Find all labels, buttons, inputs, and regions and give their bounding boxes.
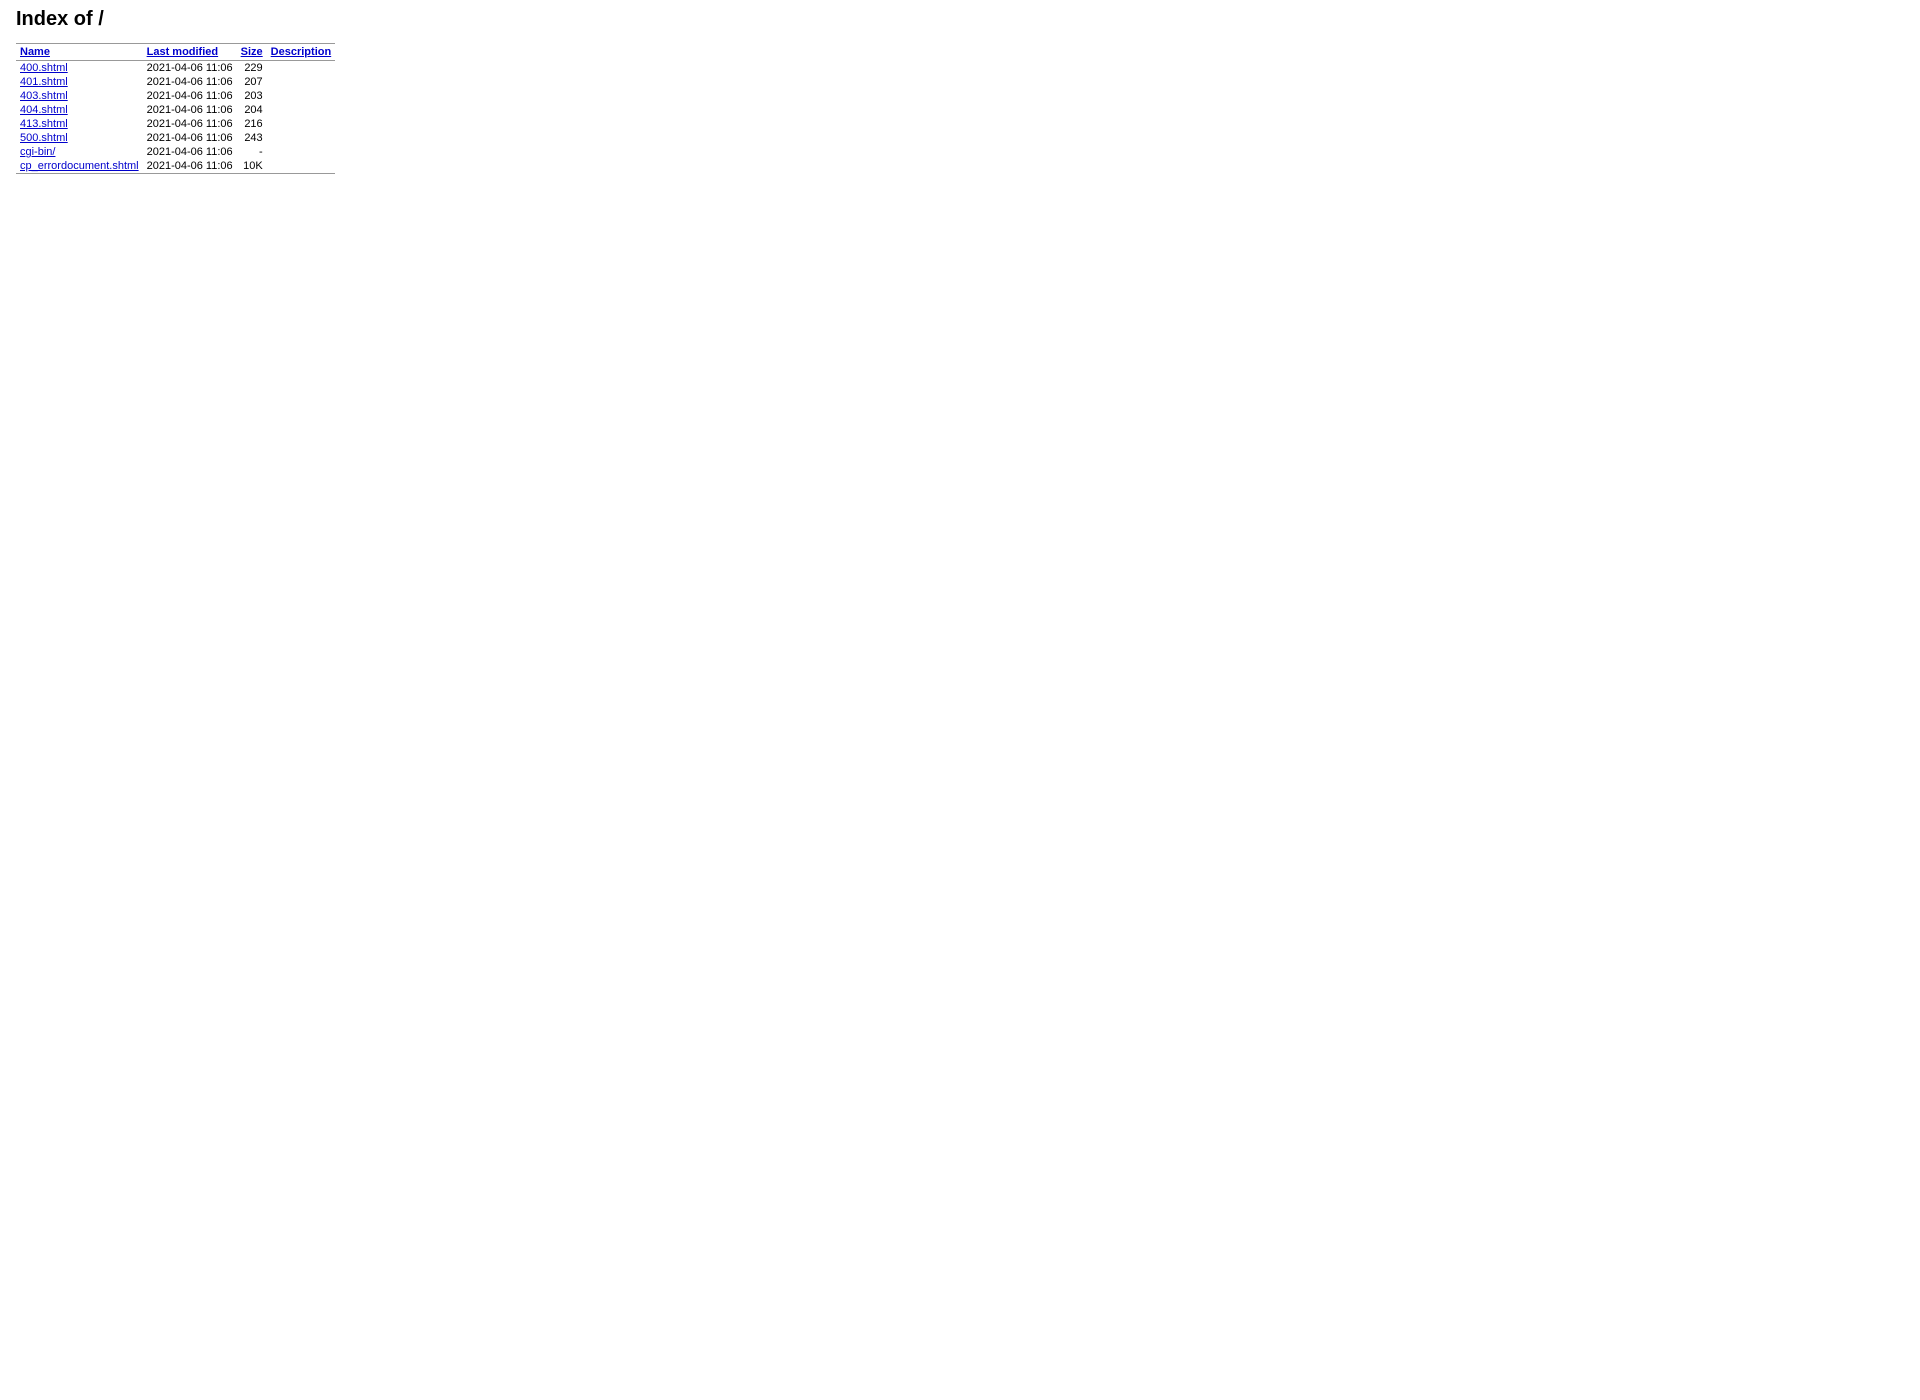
file-size: 203 <box>237 89 267 103</box>
file-description <box>267 89 336 103</box>
file-size: 207 <box>237 75 267 89</box>
file-description <box>267 131 336 145</box>
file-listing-table: Name Last modified Size Description 400.… <box>16 43 335 174</box>
file-size: 204 <box>237 103 267 117</box>
table-row: 401.shtml 2021-04-06 11:06207 <box>16 75 335 89</box>
file-description <box>267 103 336 117</box>
file-modified: 2021-04-06 11:06 <box>143 103 237 117</box>
file-description <box>267 75 336 89</box>
file-description <box>267 159 336 174</box>
sort-modified-link[interactable]: Last modified <box>147 46 219 58</box>
file-size: 229 <box>237 61 267 76</box>
table-row: 400.shtml 2021-04-06 11:06229 <box>16 61 335 76</box>
file-modified: 2021-04-06 11:06 <box>143 117 237 131</box>
file-link[interactable]: 404.shtml <box>20 104 68 116</box>
table-row: 403.shtml 2021-04-06 11:06203 <box>16 89 335 103</box>
table-row: 404.shtml 2021-04-06 11:06204 <box>16 103 335 117</box>
file-link[interactable]: 413.shtml <box>20 118 68 130</box>
table-row: 500.shtml 2021-04-06 11:06243 <box>16 131 335 145</box>
file-modified: 2021-04-06 11:06 <box>143 131 237 145</box>
sort-name-link[interactable]: Name <box>20 46 50 58</box>
file-link[interactable]: cp_errordocument.shtml <box>20 160 139 172</box>
file-description <box>267 61 336 76</box>
file-description <box>267 117 336 131</box>
file-size: - <box>237 145 267 159</box>
file-size: 10K <box>237 159 267 174</box>
file-link[interactable]: 500.shtml <box>20 132 68 144</box>
sort-size-link[interactable]: Size <box>241 46 263 58</box>
file-modified: 2021-04-06 11:06 <box>143 89 237 103</box>
table-row: 413.shtml 2021-04-06 11:06216 <box>16 117 335 131</box>
file-link[interactable]: 401.shtml <box>20 76 68 88</box>
file-modified: 2021-04-06 11:06 <box>143 145 237 159</box>
file-size: 243 <box>237 131 267 145</box>
page-title: Index of / <box>16 8 1904 31</box>
file-link[interactable]: cgi-bin/ <box>20 146 55 158</box>
file-modified: 2021-04-06 11:06 <box>143 75 237 89</box>
file-description <box>267 145 336 159</box>
file-link[interactable]: 400.shtml <box>20 62 68 74</box>
file-size: 216 <box>237 117 267 131</box>
table-row: cp_errordocument.shtml 2021-04-06 11:0610… <box>16 159 335 174</box>
table-row: cgi-bin/2021-04-06 11:06- <box>16 145 335 159</box>
file-modified: 2021-04-06 11:06 <box>143 61 237 76</box>
file-link[interactable]: 403.shtml <box>20 90 68 102</box>
sort-description-link[interactable]: Description <box>271 46 332 58</box>
file-modified: 2021-04-06 11:06 <box>143 159 237 174</box>
table-header-row: Name Last modified Size Description <box>16 44 335 61</box>
